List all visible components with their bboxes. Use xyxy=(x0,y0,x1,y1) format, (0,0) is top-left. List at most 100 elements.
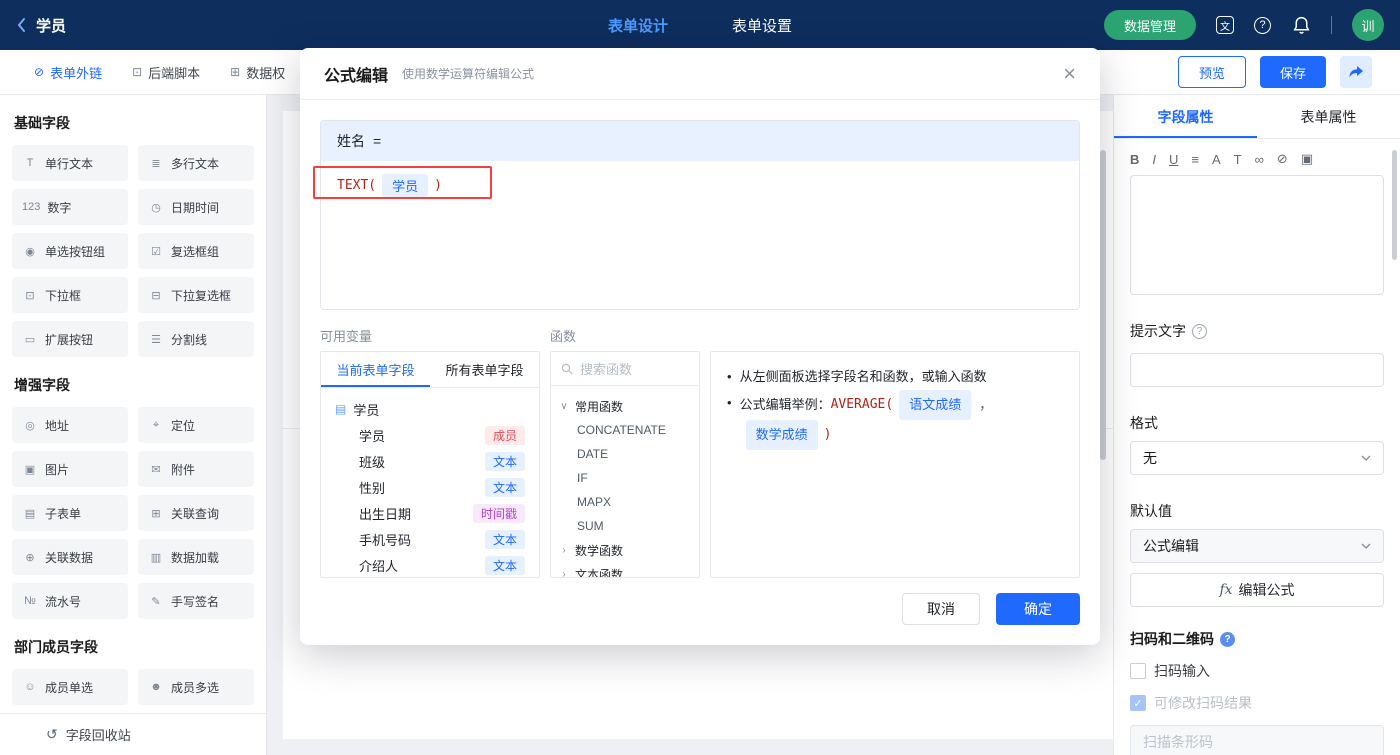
back-button[interactable]: 学员 xyxy=(16,15,66,36)
variable-row-member[interactable]: 学员 成员 xyxy=(335,422,525,448)
tab-form-design[interactable]: 表单设计 xyxy=(608,15,668,36)
type-tag: 文本 xyxy=(484,555,525,575)
save-button[interactable]: 保存 xyxy=(1259,56,1326,88)
field-radio-group[interactable]: ◉ 单选按钮组 xyxy=(12,233,128,269)
cancel-button[interactable]: 取消 xyxy=(902,593,980,625)
align-icon[interactable]: ≡ xyxy=(1191,152,1199,167)
share-button[interactable] xyxy=(1340,56,1372,88)
question-icon[interactable]: ? xyxy=(1192,323,1207,339)
help-icon[interactable]: ? xyxy=(1254,16,1271,34)
property-body: B I U ≡ A T ∞ ⊘ ▣ 提示文字 ? 格式 无 默认值 公式编辑 f… xyxy=(1114,151,1400,755)
field-related-data[interactable]: ⊕ 关联数据 xyxy=(12,539,128,575)
textarea-icon: ≣ xyxy=(151,157,161,170)
field-multi-line-text[interactable]: ≣ 多行文本 xyxy=(138,145,254,181)
field-single-line-text[interactable]: T 单行文本 xyxy=(12,145,128,181)
member-icon: ☺ xyxy=(24,681,36,693)
field-datetime[interactable]: ◷ 日期时间 xyxy=(138,189,254,225)
equals-sign: = xyxy=(373,133,382,149)
bullet-icon: • xyxy=(727,395,732,410)
panel-scrollbar[interactable] xyxy=(1392,150,1397,260)
field-multi-dropdown[interactable]: ⊟ 下拉复选框 xyxy=(138,277,254,313)
variable-row-gender[interactable]: 性别 文本 xyxy=(335,474,525,500)
field-attachment[interactable]: ✉ 附件 xyxy=(138,451,254,487)
tab-field-properties[interactable]: 字段属性 xyxy=(1114,95,1257,138)
data-permission-button[interactable]: ⊞ 数据权 xyxy=(230,63,285,82)
tool-link-label: 后端脚本 xyxy=(148,65,201,81)
form-external-link-button[interactable]: ⊘ 表单外链 xyxy=(34,63,102,82)
variable-row-phone[interactable]: 手机号码 文本 xyxy=(335,526,525,552)
example-chip: 语文成绩 xyxy=(899,390,972,420)
field-dropdown[interactable]: ⊡ 下拉框 xyxy=(12,277,128,313)
tab-form-settings[interactable]: 表单设置 xyxy=(732,15,792,36)
function-search-input[interactable]: 搜索函数 xyxy=(551,352,699,386)
edit-formula-button[interactable]: fx 编辑公式 xyxy=(1130,573,1384,607)
insert-image-icon[interactable]: ▣ xyxy=(1301,151,1313,167)
underline-icon[interactable]: U xyxy=(1169,152,1178,167)
barcode-scan-input[interactable] xyxy=(1130,725,1384,755)
unlink-icon[interactable]: ⊘ xyxy=(1277,151,1288,167)
variable-row-class[interactable]: 班级 文本 xyxy=(335,448,525,474)
functions-tree: ∨ 常用函数 CONCATENATE DATE IF MAPX SUM › 数学… xyxy=(551,386,699,578)
close-icon[interactable]: × xyxy=(1063,62,1076,85)
field-lookup-query[interactable]: ⊞ 关联查询 xyxy=(138,495,254,531)
formula-editor[interactable]: 姓名 = TEXT( 学员 ) xyxy=(320,120,1080,310)
group-math-functions[interactable]: › 数学函数 xyxy=(559,538,691,562)
field-location[interactable]: ⌖ 定位 xyxy=(138,407,254,443)
field-extend-button[interactable]: ▭ 扩展按钮 xyxy=(12,321,128,357)
tab-form-properties[interactable]: 表单属性 xyxy=(1257,95,1400,138)
field-data-load[interactable]: ▥ 数据加载 xyxy=(138,539,254,575)
data-manage-button[interactable]: 数据管理 xyxy=(1103,10,1196,40)
function-if[interactable]: IF xyxy=(559,466,691,490)
type-tag: 时间戳 xyxy=(472,503,525,523)
tab-current-form-fields[interactable]: 当前表单字段 xyxy=(321,352,430,387)
field-member-single[interactable]: ☺ 成员单选 xyxy=(12,669,128,705)
translate-icon[interactable]: 文 xyxy=(1216,16,1234,34)
field-serial-number[interactable]: № 流水号 xyxy=(12,583,128,619)
tree-root-form[interactable]: ▤ 学员 xyxy=(335,396,525,422)
help-example: 公式编辑举例： AVERAGE(语文成绩 ， 数学成绩) xyxy=(740,390,1063,450)
function-date[interactable]: DATE xyxy=(559,442,691,466)
hint-text-input[interactable] xyxy=(1130,353,1384,387)
scan-input-checkbox[interactable]: 扫码输入 xyxy=(1130,661,1384,681)
backend-script-button[interactable]: ⊡ 后端脚本 xyxy=(132,63,200,82)
field-image[interactable]: ▣ 图片 xyxy=(12,451,128,487)
preview-button[interactable]: 预览 xyxy=(1177,56,1246,88)
function-concatenate[interactable]: CONCATENATE xyxy=(559,418,691,442)
field-signature[interactable]: ✎ 手写签名 xyxy=(138,583,254,619)
variable-row-birthdate[interactable]: 出生日期 时间戳 xyxy=(335,500,525,526)
italic-icon[interactable]: I xyxy=(1152,152,1156,167)
font-color-icon[interactable]: A xyxy=(1212,152,1221,167)
variable-row-referrer[interactable]: 介绍人 文本 xyxy=(335,552,525,577)
field-address[interactable]: ◎ 地址 xyxy=(12,407,128,443)
variable-chip[interactable]: 学员 xyxy=(382,174,429,197)
function-token: TEXT( xyxy=(337,178,377,193)
notification-bell-icon[interactable] xyxy=(1291,15,1311,35)
type-tag: 文本 xyxy=(484,529,525,549)
group-text-functions[interactable]: › 文本函数 xyxy=(559,562,691,578)
function-mapx[interactable]: MAPX xyxy=(559,490,691,514)
field-member-multi[interactable]: ☻ 成员多选 xyxy=(138,669,254,705)
field-recycle-bin[interactable]: ↺ 字段回收站 xyxy=(0,713,266,755)
field-title-editor[interactable] xyxy=(1130,175,1384,295)
formula-expression[interactable]: TEXT( 学员 ) xyxy=(321,161,1079,210)
field-divider[interactable]: ☰ 分割线 xyxy=(138,321,254,357)
format-select[interactable]: 无 xyxy=(1130,441,1384,475)
modify-scan-result-checkbox[interactable]: ✓ 可修改扫码结果 xyxy=(1130,693,1384,713)
link-icon[interactable]: ∞ xyxy=(1255,152,1264,167)
field-checkbox-group[interactable]: ☑ 复选框组 xyxy=(138,233,254,269)
field-subform[interactable]: ▤ 子表单 xyxy=(12,495,128,531)
bold-icon[interactable]: B xyxy=(1130,152,1139,167)
field-number[interactable]: 123 数字 xyxy=(12,189,128,225)
tab-all-form-fields[interactable]: 所有表单字段 xyxy=(430,352,539,387)
confirm-button[interactable]: 确定 xyxy=(996,593,1080,625)
default-value-label: 默认值 xyxy=(1130,501,1384,521)
avatar[interactable]: 训 xyxy=(1352,9,1384,41)
question-icon[interactable]: ? xyxy=(1220,631,1235,647)
function-sum[interactable]: SUM xyxy=(559,514,691,538)
field-label: 成员单选 xyxy=(45,680,94,695)
default-value-select[interactable]: 公式编辑 xyxy=(1130,529,1384,563)
group-common-functions[interactable]: ∨ 常用函数 xyxy=(559,394,691,418)
canvas-scrollbar[interactable] xyxy=(1100,150,1106,460)
help-panel: • 从左侧面板选择字段名和函数，或输入函数 • 公式编辑举例： AVERAGE(语… xyxy=(710,351,1080,578)
font-size-icon[interactable]: T xyxy=(1234,152,1242,167)
